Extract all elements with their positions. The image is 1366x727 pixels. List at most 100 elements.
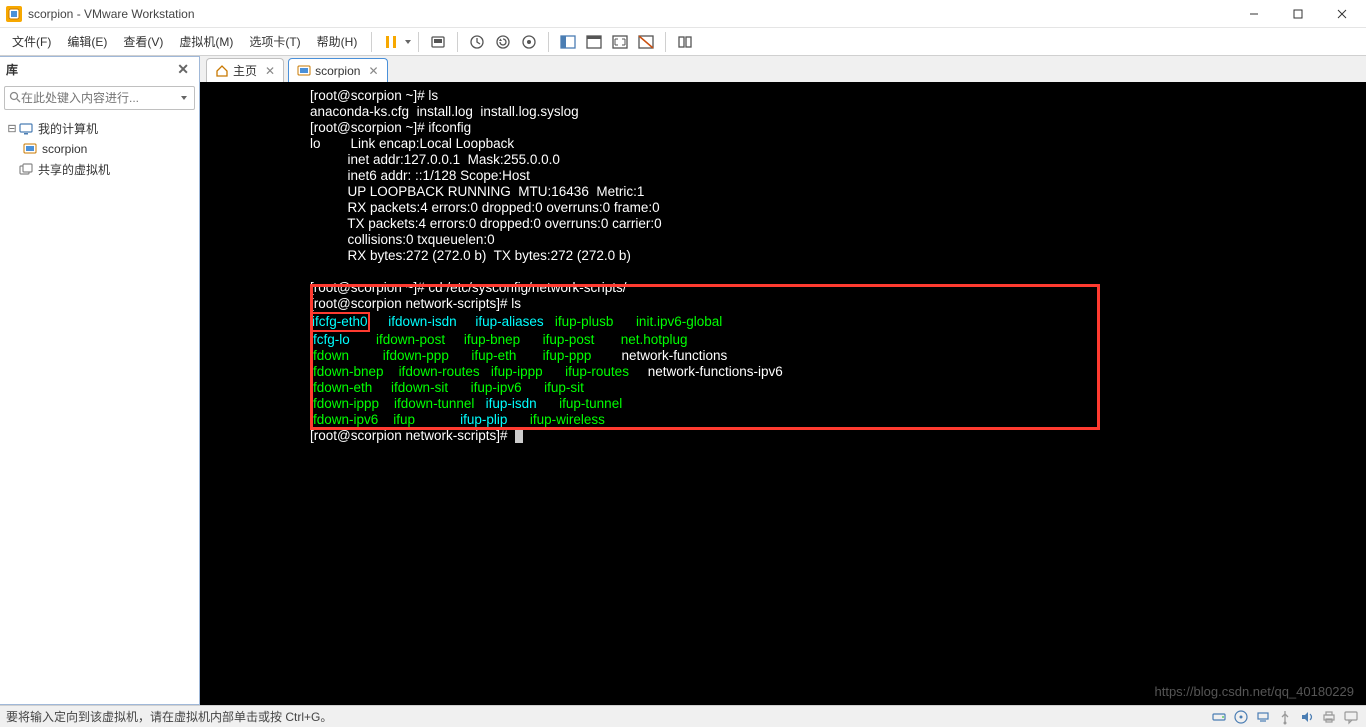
view-sidebar-button[interactable] bbox=[556, 30, 580, 54]
expander-icon[interactable]: ⊟ bbox=[6, 122, 18, 135]
tray-usb-icon[interactable] bbox=[1276, 708, 1294, 726]
view-thumbnail-button[interactable] bbox=[673, 30, 697, 54]
vm-icon bbox=[22, 141, 38, 157]
file-entry: ifcfg-lo bbox=[310, 332, 376, 347]
send-ctrl-alt-del-button[interactable] bbox=[426, 30, 450, 54]
tray-hdd-icon[interactable] bbox=[1210, 708, 1228, 726]
separator bbox=[457, 32, 458, 52]
terminal-line: lo Link encap:Local Loopback bbox=[200, 136, 1366, 152]
menubar: 文件(F) 编辑(E) 查看(V) 虚拟机(M) 选项卡(T) 帮助(H) bbox=[0, 28, 1366, 56]
tray-printer-icon[interactable] bbox=[1320, 708, 1338, 726]
file-entry: ifdown-isdn bbox=[388, 314, 475, 329]
cursor bbox=[515, 429, 523, 443]
menu-view[interactable]: 查看(V) bbox=[115, 29, 171, 54]
terminal-line: ifdown-ipv6 ifup ifup-plip ifup-wireless bbox=[200, 412, 1366, 428]
file-entry: ifdown-ippp bbox=[310, 396, 394, 411]
terminal[interactable]: [root@scorpion ~]# lsanaconda-ks.cfg ins… bbox=[200, 82, 1366, 705]
sidebar-title: 库 bbox=[6, 61, 18, 78]
vm-icon bbox=[297, 64, 311, 78]
file-entry: ifup-post bbox=[543, 332, 621, 347]
file-entry: ifdown-ppp bbox=[383, 348, 472, 363]
pause-button[interactable] bbox=[379, 30, 403, 54]
pause-dropdown[interactable] bbox=[404, 39, 412, 45]
tree-label: scorpion bbox=[42, 142, 87, 156]
sidebar-search[interactable] bbox=[4, 86, 195, 110]
sidebar: 库 ✕ ⊟ 我的计算机 scorpion 共享的虚拟机 bbox=[0, 56, 200, 705]
tray-cd-icon[interactable] bbox=[1232, 708, 1250, 726]
file-entry bbox=[641, 396, 731, 411]
file-entry: ifdown-ipv6 bbox=[310, 412, 393, 427]
menu-vm[interactable]: 虚拟机(M) bbox=[171, 29, 241, 54]
tab-close-button[interactable]: ✕ bbox=[265, 64, 275, 78]
computer-icon bbox=[18, 121, 34, 137]
terminal-line: collisions:0 txqueuelen:0 bbox=[200, 232, 1366, 248]
snapshot-revert-button[interactable] bbox=[491, 30, 515, 54]
app-icon bbox=[6, 6, 22, 22]
terminal-line: [root@scorpion network-scripts]# bbox=[200, 428, 1366, 444]
view-fullscreen-button[interactable] bbox=[608, 30, 632, 54]
content-area: 主页 ✕ scorpion ✕ [root@scorpion ~]# lsana… bbox=[200, 56, 1366, 705]
separator bbox=[665, 32, 666, 52]
terminal-line: inet6 addr: ::1/128 Scope:Host bbox=[200, 168, 1366, 184]
view-unity-button[interactable] bbox=[634, 30, 658, 54]
terminal-line: RX packets:4 errors:0 dropped:0 overruns… bbox=[200, 200, 1366, 216]
file-entry: ifup-routes bbox=[565, 364, 648, 379]
tab-home[interactable]: 主页 ✕ bbox=[206, 58, 284, 82]
menu-tabs[interactable]: 选项卡(T) bbox=[241, 29, 308, 54]
sidebar-close-button[interactable]: ✕ bbox=[173, 61, 193, 78]
file-entry bbox=[616, 412, 706, 427]
file-entry: net.hotplug bbox=[621, 332, 737, 347]
tree-shared-vms[interactable]: 共享的虚拟机 bbox=[2, 159, 197, 180]
file-entry: ifdown bbox=[310, 348, 383, 363]
tree-vm-scorpion[interactable]: scorpion bbox=[2, 139, 197, 159]
separator bbox=[418, 32, 419, 52]
tray-message-icon[interactable] bbox=[1342, 708, 1360, 726]
terminal-line: ifdown ifdown-ppp ifup-eth ifup-ppp netw… bbox=[200, 348, 1366, 364]
search-input[interactable] bbox=[21, 91, 178, 105]
file-entry: ifup-ippp bbox=[491, 364, 565, 379]
tree-my-computer[interactable]: ⊟ 我的计算机 bbox=[2, 118, 197, 139]
maximize-button[interactable] bbox=[1276, 0, 1320, 28]
snapshot-manager-button[interactable] bbox=[517, 30, 541, 54]
file-entry: ifup bbox=[393, 412, 460, 427]
titlebar: scorpion - VMware Workstation bbox=[0, 0, 1366, 28]
file-entry: ifup-wireless bbox=[530, 412, 616, 427]
terminal-line: [root@scorpion network-scripts]# ls bbox=[200, 296, 1366, 312]
file-entry: ifup-isdn bbox=[486, 396, 560, 411]
terminal-line: ifcfg-lo ifdown-post ifup-bnep ifup-post… bbox=[200, 332, 1366, 348]
snapshot-take-button[interactable] bbox=[465, 30, 489, 54]
tab-label: 主页 bbox=[233, 62, 257, 79]
separator bbox=[371, 32, 372, 52]
tab-bar: 主页 ✕ scorpion ✕ bbox=[200, 56, 1366, 82]
file-entry: ifdown-sit bbox=[391, 380, 471, 395]
tab-label: scorpion bbox=[315, 64, 360, 78]
tray-net-icon[interactable] bbox=[1254, 708, 1272, 726]
shared-icon bbox=[18, 162, 34, 178]
file-entry: ifdown-eth bbox=[310, 380, 391, 395]
status-text: 要将输入定向到该虚拟机，请在虚拟机内部单击或按 Ctrl+G。 bbox=[6, 708, 332, 725]
main-area: 库 ✕ ⊟ 我的计算机 scorpion 共享的虚拟机 bbox=[0, 56, 1366, 705]
file-entry: ifup-eth bbox=[471, 348, 542, 363]
tree-label: 共享的虚拟机 bbox=[38, 161, 110, 178]
file-entry: network-functions bbox=[621, 348, 753, 363]
tab-close-button[interactable]: ✕ bbox=[368, 64, 378, 78]
tab-scorpion[interactable]: scorpion ✕ bbox=[288, 58, 387, 82]
menu-file[interactable]: 文件(F) bbox=[4, 29, 59, 54]
search-dropdown[interactable] bbox=[178, 95, 190, 101]
highlighted-file: ifcfg-eth0 bbox=[310, 312, 370, 332]
menu-edit[interactable]: 编辑(E) bbox=[59, 29, 115, 54]
file-entry: ifup-plusb bbox=[555, 314, 636, 329]
close-button[interactable] bbox=[1320, 0, 1364, 28]
view-console-button[interactable] bbox=[582, 30, 606, 54]
window-title: scorpion - VMware Workstation bbox=[28, 7, 1232, 21]
library-tree: ⊟ 我的计算机 scorpion 共享的虚拟机 bbox=[0, 114, 199, 704]
file-entry: ifup-bnep bbox=[464, 332, 543, 347]
home-icon bbox=[215, 64, 229, 78]
file-entry: init.ipv6-global bbox=[636, 314, 752, 329]
tray-sound-icon[interactable] bbox=[1298, 708, 1316, 726]
minimize-button[interactable] bbox=[1232, 0, 1276, 28]
file-entry bbox=[614, 380, 704, 395]
menu-help[interactable]: 帮助(H) bbox=[309, 29, 366, 54]
terminal-line: ifcfg-eth0 ifdown-isdn ifup-aliases ifup… bbox=[200, 312, 1366, 332]
file-entry: ifup-aliases bbox=[475, 314, 555, 329]
